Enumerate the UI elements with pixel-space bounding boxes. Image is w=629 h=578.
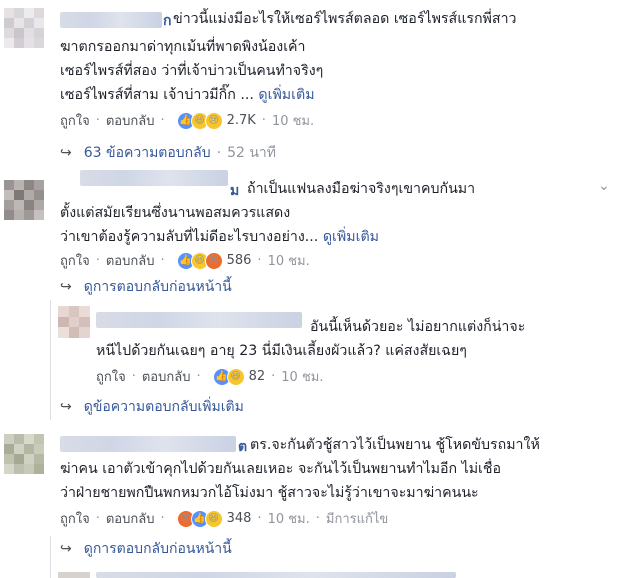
- comment-actions: ถูกใจ · ตอบกลับ · 👍 😆 😢 2.7K · 10 ชม.: [60, 110, 314, 131]
- commenter-name-blurred[interactable]: [60, 12, 162, 28]
- reply-button[interactable]: ตอบกลับ: [106, 508, 155, 529]
- view-replies-link[interactable]: ↪ 63 ข้อความตอบกลับ · 52 นาที: [60, 142, 276, 164]
- comment-actions: ถูกใจ · ตอบกลับ · 👍 😆 😠 586 · 10 ชม.: [60, 250, 310, 271]
- comment-text: ว่าฝ่ายชายพกปืนพกหมวกไอ้โม่งมา ชู้สาวจะไ…: [60, 485, 479, 501]
- avatar[interactable]: [58, 572, 90, 578]
- angry-icon: 😠: [204, 251, 223, 270]
- comment-text: ว่าเขาต้องรู้ความลับที่ไม่ดีอะไรบางอย่าง…: [60, 229, 380, 245]
- comment-text: ฆ่าคน เอาตัวเข้าคุกไปด้วยกันเลยเหอะ จะกั…: [60, 461, 502, 477]
- comment-text: ตร.จะกันตัวชู้สาวไว้เป็นพยาน ชู้โหดขับรถ…: [250, 437, 540, 453]
- comment-time[interactable]: 10 ชม.: [268, 250, 310, 271]
- chevron-down-icon[interactable]: ⌄: [598, 178, 610, 194]
- comment-actions: ถูกใจ · ตอบกลับ · 👍 😆 82 · 10 ชม.: [96, 366, 323, 387]
- like-button[interactable]: ถูกใจ: [60, 250, 90, 271]
- comment-time[interactable]: 10 ชม.: [268, 508, 310, 529]
- reaction-summary[interactable]: 👍 😆 😠 586: [176, 251, 252, 270]
- reply-button[interactable]: ตอบกลับ: [106, 250, 155, 271]
- comment-time[interactable]: 10 ชม.: [281, 366, 323, 387]
- comment-text: เซอร์ไพรส์ที่สาม เจ้าบ่าวมีกิ๊ก ... ดูเพ…: [60, 87, 315, 103]
- reaction-count: 348: [226, 511, 252, 526]
- reply-arrow-icon: ↪: [60, 145, 72, 161]
- like-button[interactable]: ถูกใจ: [60, 110, 90, 131]
- reaction-count: 2.7K: [226, 113, 256, 128]
- reply-arrow-icon: ↪: [60, 541, 72, 557]
- view-more-replies-link[interactable]: ↪ ดูข้อความตอบกลับเพิ่มเติม: [60, 396, 244, 418]
- commenter-name-blurred[interactable]: [96, 572, 456, 578]
- comment-text: ถ้าเป็นแฟนลงมือฆ่าจริงๆเขาคบกันมา: [247, 181, 476, 197]
- reaction-summary[interactable]: 👍 😆 😢 2.7K: [176, 111, 256, 130]
- comment-actions: ถูกใจ · ตอบกลับ · 😠 👍 😆 348 · 10 ชม. · ม…: [60, 508, 388, 529]
- reaction-count: 586: [226, 253, 252, 268]
- see-more-link[interactable]: ดูเพิ่มเติม: [323, 229, 379, 245]
- comment-text: เซอร์ไพรส์ที่สอง ว่าที่เจ้าบ่าวเป็นคนทำจ…: [60, 63, 324, 79]
- reaction-count: 82: [248, 369, 266, 384]
- reply-button[interactable]: ตอบกลับ: [106, 110, 155, 131]
- sad-icon: 😢: [204, 111, 223, 130]
- like-button[interactable]: ถูกใจ: [96, 366, 126, 387]
- comment-text: ตั้งแต่สมัยเรียนซึ่งนานพอสมควรแสดง: [60, 205, 291, 221]
- comment-text: หนีไปด้วยกันเฉยๆ อายุ 23 นี่มีเงินเลี้ยง…: [96, 343, 467, 359]
- reply-arrow-icon: ↪: [60, 279, 72, 295]
- edited-label[interactable]: มีการแก้ไข: [326, 508, 388, 529]
- commenter-name[interactable]: ต: [238, 436, 247, 458]
- reaction-summary[interactable]: 👍 😆 82: [212, 367, 266, 386]
- comment-text: ข่าวนี้แม่งมีอะไรให้เซอร์ไพรส์ตลอด เซอร์…: [173, 11, 517, 27]
- avatar[interactable]: [4, 8, 44, 48]
- reply-button[interactable]: ตอบกลับ: [142, 366, 191, 387]
- commenter-name[interactable]: ม: [230, 180, 239, 202]
- reaction-summary[interactable]: 😠 👍 😆 348: [176, 509, 252, 528]
- avatar[interactable]: [58, 306, 90, 338]
- reply-arrow-icon: ↪: [60, 399, 72, 415]
- thread-line: [50, 536, 51, 578]
- replies-time: 52 นาที: [227, 145, 277, 161]
- view-previous-replies-link[interactable]: ↪ ดูการตอบกลับก่อนหน้านี้: [60, 276, 232, 298]
- haha-icon: 😆: [204, 509, 223, 528]
- comment-text: อันนี้เห็นด้วยอะ ไม่อยากแต่งก็น่าจะ: [310, 319, 526, 335]
- avatar[interactable]: [4, 434, 44, 474]
- commenter-name-blurred[interactable]: [60, 436, 236, 452]
- haha-icon: 😆: [226, 367, 245, 386]
- like-button[interactable]: ถูกใจ: [60, 508, 90, 529]
- view-previous-replies-link[interactable]: ↪ ดูการตอบกลับก่อนหน้านี้: [60, 538, 232, 560]
- commenter-name[interactable]: ก: [163, 10, 171, 32]
- commenter-name-blurred[interactable]: [80, 170, 228, 186]
- see-more-link[interactable]: ดูเพิ่มเติม: [258, 87, 314, 103]
- avatar[interactable]: [4, 180, 44, 220]
- commenter-name-blurred[interactable]: [96, 312, 302, 328]
- thread-line: [50, 300, 51, 420]
- comment-text: ฆาตกรออกมาด่าทุกเม้นที่พาดพิงน้องเค้า: [60, 39, 306, 55]
- comment-time[interactable]: 10 ชม.: [272, 110, 314, 131]
